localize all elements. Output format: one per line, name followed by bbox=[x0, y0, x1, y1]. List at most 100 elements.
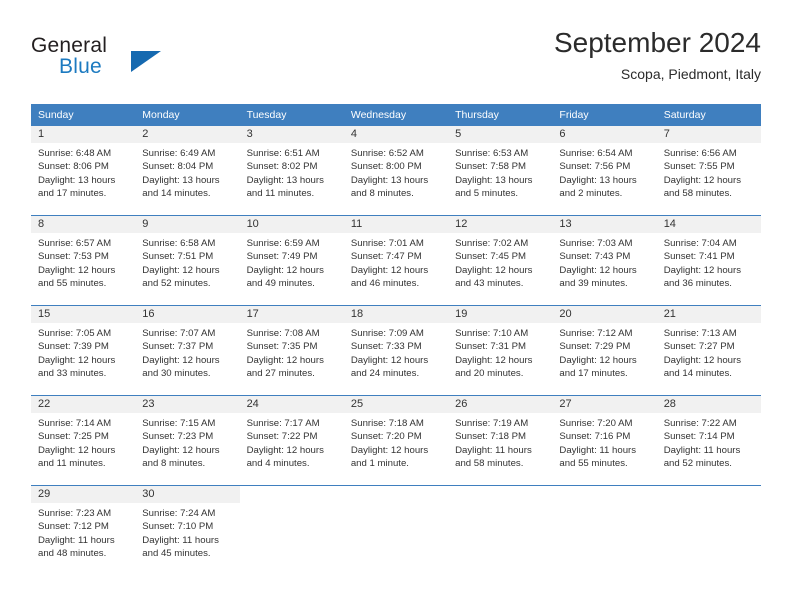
daylight-text-line2: and 17 minutes. bbox=[559, 368, 628, 380]
weekday-header-thursday: Thursday bbox=[448, 104, 553, 126]
calendar-day-cell[interactable]: 4 Sunrise: 6:52 AM Sunset: 8:00 PM Daylight… bbox=[343, 126, 449, 216]
sunrise-text: Sunrise: 7:08 AM bbox=[246, 328, 320, 339]
day-number: 20 bbox=[552, 306, 657, 323]
daylight-text-line2: and 49 minutes. bbox=[246, 278, 315, 290]
daylight-text-line2: and 24 minutes. bbox=[350, 368, 420, 380]
day-number: 5 bbox=[448, 126, 553, 143]
day-number: 24 bbox=[239, 396, 344, 413]
daylight-text-line1: Daylight: 12 hours bbox=[246, 264, 324, 276]
sunset-text: Sunset: 7:43 PM bbox=[559, 251, 631, 263]
daylight-text-line1: Daylight: 11 hours bbox=[142, 534, 219, 546]
sunrise-text: Sunrise: 6:53 AM bbox=[455, 148, 529, 159]
day-details: Sunrise: 7:05 AM Sunset: 7:39 PM Daylight:… bbox=[31, 323, 135, 381]
calendar-day-cell[interactable]: 10 Sunrise: 6:59 AM Sunset: 7:49 PM Dayligh… bbox=[239, 215, 344, 306]
sunset-text: Sunset: 7:41 PM bbox=[663, 251, 735, 263]
calendar-day-cell[interactable]: 23 Sunrise: 7:15 AM Sunset: 7:23 PM Dayligh… bbox=[135, 395, 240, 486]
daylight-text-line2: and 39 minutes. bbox=[559, 278, 628, 290]
calendar-day-cell[interactable]: 22 Sunrise: 7:14 AM Sunset: 7:25 PM Dayligh… bbox=[31, 395, 136, 486]
day-details: Sunrise: 6:48 AM Sunset: 8:06 PM Daylight:… bbox=[31, 143, 135, 201]
calendar-day-cell[interactable]: 14 Sunrise: 7:04 AM Sunset: 7:41 PM Dayligh… bbox=[656, 215, 761, 306]
sunrise-text: Sunrise: 7:07 AM bbox=[142, 328, 216, 339]
calendar-day-cell[interactable]: 18 Sunrise: 7:09 AM Sunset: 7:33 PM Dayligh… bbox=[343, 305, 449, 396]
calendar-day-cell[interactable]: 5 Sunrise: 6:53 AM Sunset: 7:58 PM Daylight… bbox=[448, 126, 553, 216]
day-details: Sunrise: 7:19 AM Sunset: 7:18 PM Daylight:… bbox=[448, 413, 552, 471]
daylight-text-line2: and 14 minutes. bbox=[663, 368, 732, 380]
sunset-text: Sunset: 7:39 PM bbox=[38, 341, 109, 353]
day-number: 7 bbox=[656, 126, 761, 143]
calendar-day-cell[interactable]: 12 Sunrise: 7:02 AM Sunset: 7:45 PM Dayligh… bbox=[448, 215, 553, 306]
calendar-day-cell[interactable]: 6 Sunrise: 6:54 AM Sunset: 7:56 PM Daylight… bbox=[552, 126, 657, 216]
day-details: Sunrise: 7:20 AM Sunset: 7:16 PM Daylight:… bbox=[552, 413, 656, 471]
day-cell-inner: 1 Sunrise: 6:48 AM Sunset: 8:06 PM Daylight… bbox=[31, 126, 136, 215]
day-details: Sunrise: 7:07 AM Sunset: 7:37 PM Daylight:… bbox=[135, 323, 239, 381]
daylight-text-line1: Daylight: 12 hours bbox=[663, 174, 742, 186]
day-cell-inner: 18 Sunrise: 7:09 AM Sunset: 7:33 PM Dayligh… bbox=[343, 306, 449, 395]
calendar-page: General Blue September 2024 Scopa, Piedm… bbox=[0, 0, 792, 612]
day-details: Sunrise: 7:01 AM Sunset: 7:47 PM Daylight:… bbox=[344, 233, 448, 291]
calendar-day-cell[interactable]: 11 Sunrise: 7:01 AM Sunset: 7:47 PM Dayligh… bbox=[343, 215, 449, 306]
daylight-text-line1: Daylight: 12 hours bbox=[455, 264, 533, 276]
day-number: 13 bbox=[552, 216, 657, 233]
day-details: Sunrise: 7:08 AM Sunset: 7:35 PM Daylight:… bbox=[240, 323, 344, 381]
sunrise-text: Sunrise: 7:17 AM bbox=[246, 418, 320, 429]
sunset-text: Sunset: 8:02 PM bbox=[246, 161, 318, 173]
sunrise-text: Sunrise: 7:04 AM bbox=[663, 238, 737, 249]
calendar-day-cell[interactable]: 9 Sunrise: 6:58 AM Sunset: 7:51 PM Daylight… bbox=[135, 215, 240, 306]
page-title: September 2024 bbox=[553, 27, 761, 58]
day-cell-inner: 27 Sunrise: 7:20 AM Sunset: 7:16 PM Dayligh… bbox=[552, 396, 657, 485]
calendar-day-cell[interactable]: 1 Sunrise: 6:48 AM Sunset: 8:06 PM Daylight… bbox=[31, 126, 136, 216]
day-details: Sunrise: 6:58 AM Sunset: 7:51 PM Daylight:… bbox=[135, 233, 239, 291]
calendar-day-cell[interactable]: 30 Sunrise: 7:24 AM Sunset: 7:10 PM Dayligh… bbox=[135, 485, 240, 575]
sunrise-text: Sunrise: 6:56 AM bbox=[663, 148, 737, 159]
daylight-text-line1: Daylight: 13 hours bbox=[350, 174, 429, 186]
sunrise-text: Sunrise: 7:20 AM bbox=[559, 418, 633, 429]
sunset-text: Sunset: 7:51 PM bbox=[142, 251, 214, 263]
day-number: 10 bbox=[239, 216, 344, 233]
day-cell-inner: 15 Sunrise: 7:05 AM Sunset: 7:39 PM Dayligh… bbox=[31, 306, 136, 395]
day-cell-inner: 9 Sunrise: 6:58 AM Sunset: 7:51 PM Daylight… bbox=[135, 216, 240, 305]
day-cell-inner: 13 Sunrise: 7:03 AM Sunset: 7:43 PM Dayligh… bbox=[552, 216, 657, 305]
calendar-day-cell[interactable]: 16 Sunrise: 7:07 AM Sunset: 7:37 PM Dayligh… bbox=[135, 305, 240, 396]
day-details: Sunrise: 7:13 AM Sunset: 7:27 PM Daylight:… bbox=[657, 323, 761, 381]
day-details: Sunrise: 7:04 AM Sunset: 7:41 PM Daylight:… bbox=[657, 233, 761, 291]
sunset-text: Sunset: 7:47 PM bbox=[350, 251, 422, 263]
calendar-day-cell[interactable]: 19 Sunrise: 7:10 AM Sunset: 7:31 PM Dayligh… bbox=[448, 305, 553, 396]
calendar-day-cell[interactable]: 17 Sunrise: 7:08 AM Sunset: 7:35 PM Dayligh… bbox=[239, 305, 344, 396]
sunrise-text: Sunrise: 6:51 AM bbox=[246, 148, 320, 159]
day-details: Sunrise: 7:14 AM Sunset: 7:25 PM Daylight:… bbox=[31, 413, 135, 471]
calendar-day-cell[interactable]: 13 Sunrise: 7:03 AM Sunset: 7:43 PM Dayligh… bbox=[552, 215, 657, 306]
calendar-day-cell[interactable]: 7 Sunrise: 6:56 AM Sunset: 7:55 PM Daylight… bbox=[656, 126, 761, 216]
brand-logo[interactable]: General Blue bbox=[31, 34, 251, 88]
weekday-header-tuesday: Tuesday bbox=[239, 104, 344, 126]
sunrise-text: Sunrise: 7:01 AM bbox=[350, 238, 424, 249]
calendar-day-cell[interactable]: 21 Sunrise: 7:13 AM Sunset: 7:27 PM Dayligh… bbox=[656, 305, 761, 396]
calendar-head: Sunday Monday Tuesday Wednesday Thursday… bbox=[31, 104, 761, 126]
calendar-day-cell[interactable]: 27 Sunrise: 7:20 AM Sunset: 7:16 PM Dayligh… bbox=[552, 395, 657, 486]
daylight-text-line1: Daylight: 11 hours bbox=[38, 534, 115, 546]
day-number: 15 bbox=[31, 306, 136, 323]
calendar-day-cell[interactable]: 24 Sunrise: 7:17 AM Sunset: 7:22 PM Dayligh… bbox=[239, 395, 344, 486]
calendar-day-cell[interactable]: 25 Sunrise: 7:18 AM Sunset: 7:20 PM Dayligh… bbox=[343, 395, 449, 486]
daylight-text-line2: and 2 minutes. bbox=[559, 188, 623, 200]
sunset-text: Sunset: 8:00 PM bbox=[350, 161, 422, 173]
calendar-day-cell[interactable]: 15 Sunrise: 7:05 AM Sunset: 7:39 PM Dayligh… bbox=[31, 305, 136, 396]
day-cell-inner: 8 Sunrise: 6:57 AM Sunset: 7:53 PM Daylight… bbox=[31, 216, 136, 305]
daylight-text-line2: and 48 minutes. bbox=[38, 548, 107, 560]
day-cell-inner: 12 Sunrise: 7:02 AM Sunset: 7:45 PM Dayligh… bbox=[448, 216, 553, 305]
weekday-header-friday: Friday bbox=[552, 104, 657, 126]
sunrise-text: Sunrise: 7:23 AM bbox=[38, 508, 112, 519]
day-number: 14 bbox=[656, 216, 761, 233]
sunset-text: Sunset: 7:20 PM bbox=[350, 431, 422, 443]
calendar-day-cell[interactable]: 20 Sunrise: 7:12 AM Sunset: 7:29 PM Dayligh… bbox=[552, 305, 657, 396]
calendar-day-cell[interactable]: 2 Sunrise: 6:49 AM Sunset: 8:04 PM Daylight… bbox=[135, 126, 240, 216]
calendar-day-cell[interactable]: 3 Sunrise: 6:51 AM Sunset: 8:02 PM Daylight… bbox=[239, 126, 344, 216]
calendar-day-cell[interactable]: 29 Sunrise: 7:23 AM Sunset: 7:12 PM Dayligh… bbox=[31, 485, 136, 575]
calendar-day-cell[interactable]: 28 Sunrise: 7:22 AM Sunset: 7:14 PM Dayligh… bbox=[656, 395, 761, 486]
daylight-text-line2: and 8 minutes. bbox=[350, 188, 414, 200]
daylight-text-line2: and 14 minutes. bbox=[142, 188, 211, 200]
day-cell-inner: 14 Sunrise: 7:04 AM Sunset: 7:41 PM Dayligh… bbox=[656, 216, 761, 305]
sunset-text: Sunset: 7:29 PM bbox=[559, 341, 631, 353]
calendar-day-cell[interactable]: 8 Sunrise: 6:57 AM Sunset: 7:53 PM Daylight… bbox=[31, 215, 136, 306]
daylight-text-line2: and 58 minutes. bbox=[663, 188, 732, 200]
calendar-day-cell[interactable]: 26 Sunrise: 7:19 AM Sunset: 7:18 PM Dayligh… bbox=[448, 395, 553, 486]
